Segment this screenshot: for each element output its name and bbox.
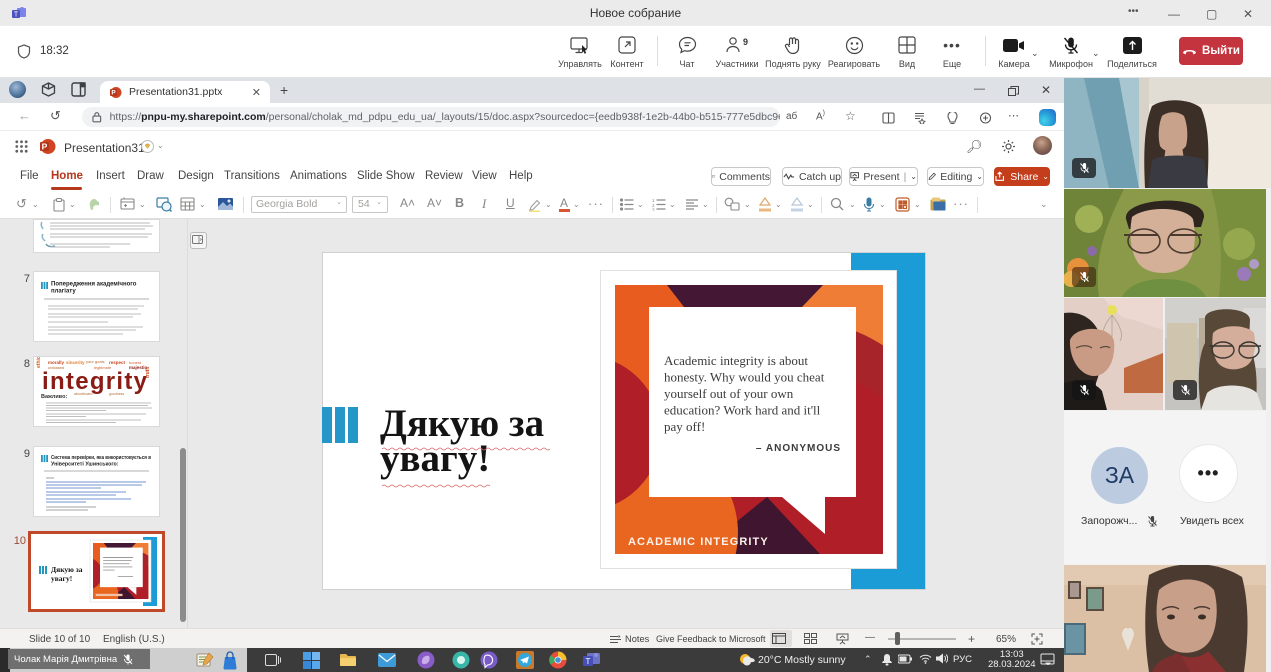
svg-text:ACADEMIC INTEGRITY: ACADEMIC INTEGRITY (628, 536, 769, 548)
svg-text:Важливо:: Важливо: (41, 394, 67, 400)
svg-text:P: P (42, 142, 48, 152)
svg-text:yourself out of your own: yourself out of your own (664, 386, 794, 401)
svg-text:your goals: your goals (86, 359, 104, 364)
svg-text:truth: truth (145, 367, 151, 378)
svg-text:Система перевірки, яка викорис: Система перевірки, яка використовується … (51, 455, 152, 461)
svg-text:Університеті Ушинського:: Університеті Ушинського: (51, 462, 119, 468)
svg-text:плагіату: плагіату (51, 289, 76, 295)
svg-text:education? Work hard and it'll: education? Work hard and it'll (664, 403, 821, 418)
svg-text:увагу!: увагу! (51, 574, 72, 583)
svg-text:pay off!: pay off! (664, 419, 705, 434)
svg-text:Дякую за: Дякую за (51, 565, 83, 574)
svg-text:– ANONYMOUS: – ANONYMOUS (756, 443, 841, 454)
svg-text:respect: respect (109, 360, 126, 365)
svg-text:integrity: integrity (42, 368, 148, 395)
svg-text:ethics: ethics (36, 357, 42, 368)
svg-text:3: 3 (652, 208, 655, 212)
svg-text:honesty. Why would you cheat: honesty. Why would you cheat (664, 370, 825, 385)
svg-text:Academic integrity is about: Academic integrity is about (664, 353, 808, 368)
svg-text:sincerity: sincerity (66, 360, 85, 365)
svg-text:Попередження академічного: Попередження академічного (51, 282, 137, 288)
svg-text:T: T (586, 657, 591, 666)
svg-text:goodness: goodness (109, 392, 124, 396)
svg-text:9: 9 (743, 37, 748, 47)
svg-text:aboveboard: aboveboard (74, 392, 93, 396)
svg-text:P: P (111, 89, 116, 96)
